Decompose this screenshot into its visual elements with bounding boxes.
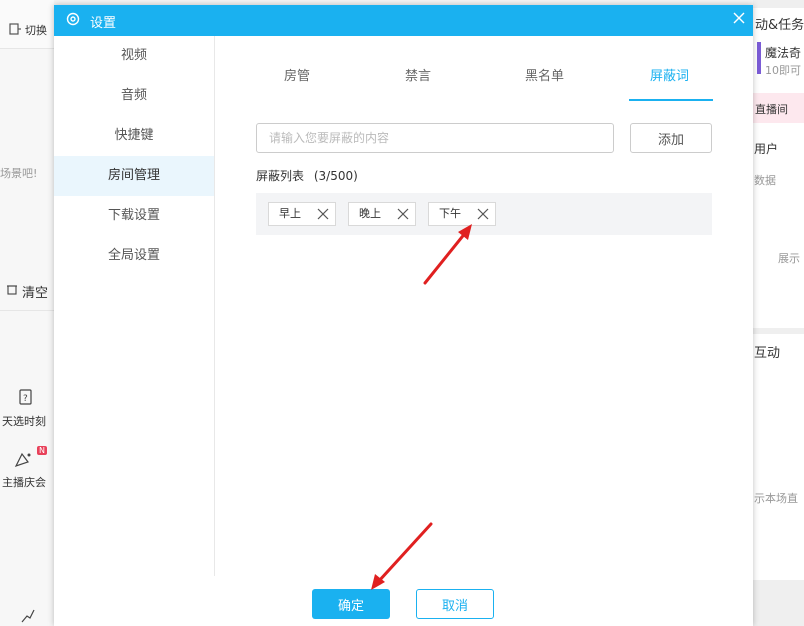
sidebar-item-room-management[interactable]: 房间管理	[54, 156, 214, 196]
active-tab-underline	[629, 99, 713, 101]
bg-users-label: 用户	[754, 142, 779, 156]
bg-live-label: 直播间	[755, 103, 788, 116]
blocked-list-count: (3/500)	[313, 169, 358, 183]
dialog-titlebar: 设置	[54, 5, 753, 36]
blocked-word-chip: 下午	[428, 202, 496, 226]
svg-text:?: ?	[23, 394, 28, 404]
sidebar-item-global-settings[interactable]: 全局设置	[54, 236, 214, 276]
remove-word-icon[interactable]	[477, 208, 489, 220]
settings-sidebar: 视频 音频 快捷键 房间管理 下载设置 全局设置	[54, 36, 215, 576]
bg-left-hint: 场景吧!	[0, 167, 38, 180]
bg-top-strip	[753, 0, 804, 8]
gear-icon	[66, 12, 80, 26]
bg-room-live-label: 示本场直	[754, 492, 798, 505]
cancel-button[interactable]: 取消	[416, 589, 494, 619]
blocked-list-title: 屏蔽列表	[256, 169, 305, 183]
bg-right-header: 动&任务	[755, 18, 804, 33]
sidebar-item-download-settings[interactable]: 下载设置	[54, 196, 214, 236]
bg-party-label: 主播庆会	[2, 476, 46, 489]
tab-blacklist[interactable]: 黑名单	[525, 65, 564, 84]
confirm-button[interactable]: 确定	[312, 589, 390, 619]
bg-magic-title: 魔法奇	[765, 46, 802, 60]
sidebar-item-shortcuts[interactable]: 快捷键	[54, 116, 214, 156]
blocked-word-chip: 晚上	[348, 202, 416, 226]
blocked-word-text: 下午	[439, 207, 461, 220]
sidebar-item-audio[interactable]: 音频	[54, 76, 214, 116]
bg-live-row: 直播间	[753, 93, 804, 123]
settings-dialog: 设置 视频 音频 快捷键 房间管理 下载设置 全局设置 房管 禁言 黑名单 屏蔽…	[54, 5, 753, 626]
bg-divider	[0, 310, 54, 311]
card-icon: ?	[19, 389, 32, 405]
tab-room-admins[interactable]: 房管	[284, 65, 310, 84]
bg-switch-label: 切换	[25, 24, 47, 37]
bg-clear-label: 清空	[22, 286, 49, 301]
blocked-word-list: 早上 晚上 下午	[256, 193, 712, 235]
trash-icon	[7, 285, 17, 295]
bg-accent-bar	[757, 42, 761, 74]
add-button[interactable]: 添加	[630, 123, 712, 153]
party-icon	[14, 452, 31, 468]
chart-icon	[21, 609, 35, 623]
tab-mute[interactable]: 禁言	[405, 65, 431, 84]
new-badge: N	[37, 446, 47, 455]
bg-bottom-strip	[753, 580, 804, 626]
sidebar-item-video[interactable]: 视频	[54, 36, 214, 76]
blocked-word-input[interactable]	[256, 123, 614, 153]
switch-icon	[9, 23, 21, 35]
background-app-left: 切换 场景吧! 清空 ? 天选时刻 N 主播庆会	[0, 0, 54, 626]
bg-show-label: 展示	[778, 252, 800, 265]
blocked-word-text: 晚上	[359, 207, 381, 220]
blocked-word-text: 早上	[279, 207, 301, 220]
dialog-title: 设置	[90, 16, 117, 31]
blocked-list-header: 屏蔽列表 (3/500)	[256, 167, 358, 184]
bg-magic-sub: 10即可	[765, 64, 801, 77]
bg-divider-strip	[753, 328, 804, 334]
bg-interact-label: 互动	[754, 346, 781, 361]
tab-blocked-words[interactable]: 屏蔽词	[650, 65, 689, 84]
remove-word-icon[interactable]	[317, 208, 329, 220]
remove-word-icon[interactable]	[397, 208, 409, 220]
bg-data-label: 数据	[754, 174, 776, 187]
close-icon[interactable]	[731, 10, 747, 26]
blocked-word-chip: 早上	[268, 202, 336, 226]
bg-tianxuan-label: 天选时刻	[2, 415, 46, 428]
